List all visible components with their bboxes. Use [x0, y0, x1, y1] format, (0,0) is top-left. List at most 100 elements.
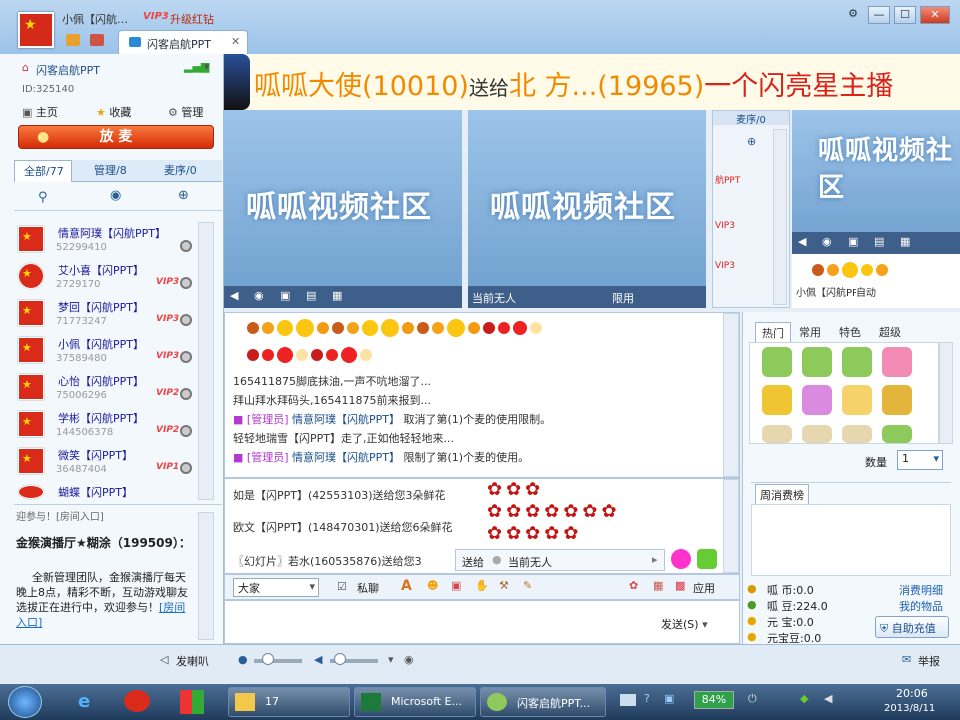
video-slot-2[interactable]: 呱呱视频社区 当前无人 限用: [468, 110, 706, 308]
record-icon[interactable]: ◉: [404, 653, 414, 666]
my-items-link[interactable]: 我的物品: [899, 598, 943, 614]
toolbox-icon[interactable]: [66, 34, 80, 46]
power-icon[interactable]: ⏻: [748, 692, 757, 706]
gift-icon[interactable]: [802, 425, 832, 443]
volume-icon[interactable]: ◀: [824, 692, 832, 705]
gift-tab-hot[interactable]: 热门: [755, 322, 791, 343]
frog-gift-icon[interactable]: [762, 347, 792, 377]
add-user-icon[interactable]: ⊕: [747, 135, 756, 148]
volume-slider-handle[interactable]: [334, 653, 346, 665]
window-icon[interactable]: ▣: [848, 235, 858, 248]
gift-icon[interactable]: [762, 425, 792, 443]
send-to-target[interactable]: 当前无人: [508, 554, 552, 570]
target-select[interactable]: 大家 ▾: [233, 578, 319, 597]
taskbar-excel[interactable]: Microsoft E...: [354, 687, 476, 717]
window-icon[interactable]: ▣: [280, 289, 290, 302]
tab-admin[interactable]: 管理/8: [94, 160, 154, 182]
camera-icon[interactable]: ◉: [822, 235, 832, 248]
lucky-gift-icon[interactable]: [842, 385, 872, 415]
list-item[interactable]: ★ 心怡【闪航PPT】 75006296 VIP2: [14, 370, 206, 407]
queue-scrollbar[interactable]: [773, 129, 787, 305]
gift-tab-common[interactable]: 常用: [793, 322, 827, 342]
lucky-gift-icon[interactable]: [802, 385, 832, 415]
screenshot-icon[interactable]: ▤: [874, 235, 884, 248]
close-button[interactable]: ✕: [920, 6, 950, 24]
location-icon[interactable]: ◉: [110, 188, 121, 203]
start-button[interactable]: [8, 686, 42, 718]
gift-grid-scrollbar[interactable]: [939, 342, 953, 444]
screenshot-icon[interactable]: ▤: [306, 289, 316, 302]
chat-user-link[interactable]: 情意阿璞【闪航PPT】: [292, 413, 400, 426]
chat-user-link[interactable]: 情意阿璞【闪航PPT】: [292, 451, 400, 464]
upgrade-link[interactable]: 升级红钻: [170, 11, 214, 27]
mail-icon[interactable]: [90, 34, 104, 46]
close-tab-icon[interactable]: ✕: [231, 35, 240, 48]
chat-scrollbar[interactable]: [723, 313, 739, 477]
list-item[interactable]: ★ 艾小喜【闪PPT】 2729170 VIP3: [14, 259, 206, 296]
announcement-scrollbar[interactable]: [198, 512, 214, 640]
user-list-scrollbar[interactable]: [198, 222, 214, 500]
speaker-button[interactable]: 发喇叭: [176, 653, 209, 669]
gift-scrollbar[interactable]: [723, 479, 739, 573]
list-item[interactable]: ★ 梦回【闪航PPT】 71773247 VIP3: [14, 296, 206, 333]
tray-icon[interactable]: ◆: [800, 692, 808, 705]
chevron-down-icon[interactable]: ▾: [388, 653, 394, 666]
gift-tab-super[interactable]: 超级: [873, 322, 907, 342]
font-icon[interactable]: A: [401, 578, 412, 594]
image-icon[interactable]: ▦: [900, 235, 910, 248]
network-icon[interactable]: ▣: [664, 692, 674, 705]
app-icon[interactable]: [124, 690, 150, 712]
gift-icon[interactable]: ▣: [451, 579, 461, 592]
tab-queue[interactable]: 麦序/0: [164, 160, 220, 182]
frog-gift-icon[interactable]: [882, 425, 912, 443]
volume-icon[interactable]: ◀: [314, 653, 322, 666]
apply-button[interactable]: 应用: [693, 580, 715, 596]
chevron-right-icon[interactable]: ▸: [652, 553, 658, 566]
minimize-button[interactable]: —: [868, 6, 890, 24]
list-item[interactable]: 蝴蝶【闪PPT】: [14, 481, 206, 501]
ie-icon[interactable]: e: [78, 691, 90, 712]
help-icon[interactable]: ?: [644, 692, 650, 705]
camera-icon[interactable]: ◉: [254, 289, 264, 302]
nav-favorite[interactable]: ★ 收藏: [96, 104, 156, 120]
taskbar-folder[interactable]: 17: [228, 687, 350, 717]
user-avatar[interactable]: ★: [18, 12, 54, 48]
gift-icon[interactable]: [842, 425, 872, 443]
radio-icon[interactable]: ●: [492, 553, 502, 566]
quantity-select[interactable]: 1 ▾: [897, 450, 943, 470]
frog-gift-icon[interactable]: [802, 347, 832, 377]
search-icon[interactable]: ⚲: [38, 190, 48, 205]
add-user-icon[interactable]: ⊕: [178, 188, 189, 203]
list-item[interactable]: ★ 学彬【闪航PPT】 144506378 VIP2: [14, 407, 206, 444]
expense-detail-link[interactable]: 消费明细: [899, 582, 943, 598]
user-name[interactable]: 小佩【闪航…: [62, 11, 128, 27]
tab-room[interactable]: 闪客启航PPT ✕: [118, 30, 248, 54]
video-slot-4[interactable]: 呱呱视频社区 ◀ ◉ ▣ ▤ ▦: [792, 110, 960, 254]
self-charge-button[interactable]: ⛨ 自助充值: [875, 616, 949, 638]
emoji-icon[interactable]: ☻: [427, 579, 438, 592]
nav-manage[interactable]: ⚙ 管理: [168, 104, 220, 120]
weekly-rank-tab[interactable]: 周消费榜: [755, 484, 809, 505]
gift-box-icon[interactable]: [697, 549, 717, 569]
list-item[interactable]: ★ 小佩【闪航PPT】 37589480 VIP3: [14, 333, 206, 370]
mic-button[interactable]: ● 放 麦: [18, 125, 214, 149]
lucky-gift-icon[interactable]: [762, 385, 792, 415]
report-button[interactable]: 举报: [918, 653, 940, 669]
checkbox[interactable]: ☑: [337, 580, 347, 593]
flower-icon[interactable]: ✿: [629, 579, 638, 592]
brush-icon[interactable]: ✎: [523, 579, 532, 592]
settings-icon[interactable]: ⚙: [842, 6, 864, 24]
gift-tab-special[interactable]: 特色: [833, 322, 867, 342]
nav-home[interactable]: ▣ 主页: [22, 104, 92, 120]
calendar-icon[interactable]: ▦: [653, 579, 663, 592]
app-icon[interactable]: [180, 690, 204, 714]
lucky-gift-icon[interactable]: [882, 347, 912, 377]
mic-icon[interactable]: ●: [238, 653, 248, 666]
chevron-down-icon[interactable]: ▾: [204, 60, 210, 73]
list-item[interactable]: ★ 微笑【闪PPT】 36487404 VIP1: [14, 444, 206, 481]
lucky-gift-icon[interactable]: [882, 385, 912, 415]
speaker-icon[interactable]: ◀: [230, 289, 238, 302]
send-button[interactable]: 发送(S) ▾: [655, 613, 725, 635]
gift-shortcut-icon[interactable]: [671, 549, 691, 569]
keyboard-icon[interactable]: [620, 694, 636, 706]
